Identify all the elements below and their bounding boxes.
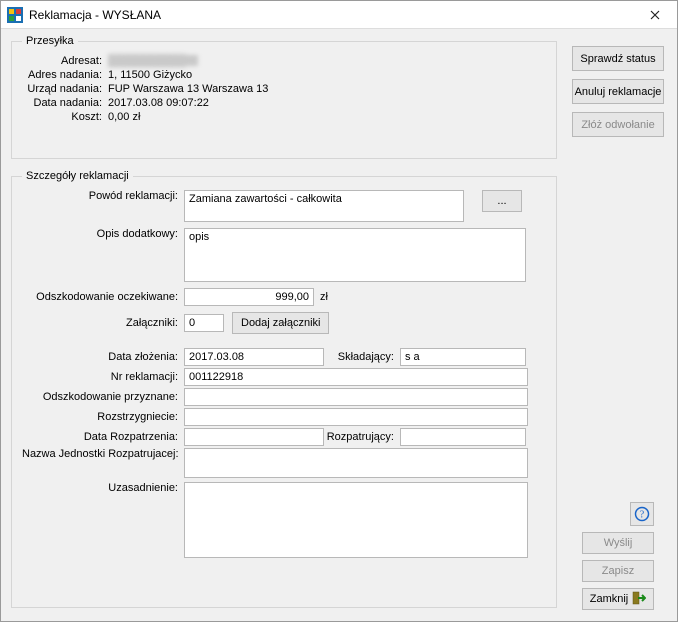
close-button[interactable] <box>633 1 677 29</box>
data-zlozenia-label: Data złożenia: <box>22 351 184 363</box>
rozstrzygniecie-input <box>184 408 528 426</box>
odszk-unit: zł <box>314 291 328 303</box>
app-icon <box>7 7 23 23</box>
adresat-label: Adresat: <box>22 55 108 67</box>
data-nadania-value: 2017.03.08 09:07:22 <box>108 97 209 109</box>
data-rozpatrzenia-label: Data Rozpatrzenia: <box>22 431 184 443</box>
svg-text:?: ? <box>640 510 645 521</box>
anuluj-reklamacje-button[interactable]: Anuluj reklamacje <box>572 79 664 104</box>
opis-input[interactable]: opis <box>184 228 526 282</box>
nr-reklamacji-input <box>184 368 528 386</box>
odszk-przyzn-input <box>184 388 528 406</box>
przesylka-box: Przesyłka Adresat: ██████████ Adres nada… <box>11 35 557 159</box>
data-rozpatrzenia-input <box>184 428 324 446</box>
sprawdz-status-button[interactable]: Sprawdź status <box>572 46 664 71</box>
uzasadnienie-label: Uzasadnienie: <box>22 482 184 494</box>
powod-more-button[interactable]: ... <box>482 190 522 212</box>
data-zlozenia-input <box>184 348 324 366</box>
rozstrzygniecie-label: Rozstrzygniecie: <box>22 411 184 423</box>
urzad-nadania-label: Urząd nadania: <box>22 83 108 95</box>
adresat-value: ██████████ <box>108 55 198 67</box>
skladajacy-label: Składający: <box>324 351 400 363</box>
dodaj-zalaczniki-button[interactable]: Dodaj załączniki <box>232 312 329 334</box>
zamknij-label: Zamknij <box>590 593 629 605</box>
rozpatrujacy-label: Rozpatrujący: <box>324 431 400 443</box>
wyslij-button: Wyślij <box>582 532 654 554</box>
koszt-value: 0,00 zł <box>108 111 140 123</box>
zamknij-button[interactable]: Zamknij <box>582 588 654 610</box>
urzad-nadania-value: FUP Warszawa 13 Warszawa 13 <box>108 83 268 95</box>
szczegoly-box: Szczegóły reklamacji Powód reklamacji: .… <box>11 170 557 608</box>
skladajacy-input <box>400 348 526 366</box>
adres-nadania-value: 1, 11500 Giżycko <box>108 69 192 81</box>
nr-reklamacji-label: Nr reklamacji: <box>22 371 184 383</box>
zalaczniki-label: Załączniki: <box>22 317 184 329</box>
zalaczniki-count <box>184 314 224 332</box>
window-title: Reklamacja - WYSŁANA <box>29 8 633 22</box>
exit-icon <box>632 591 646 608</box>
titlebar: Reklamacja - WYSŁANA <box>1 1 677 29</box>
reklamacja-window: Reklamacja - WYSŁANA Sprawdź status Anul… <box>0 0 678 622</box>
nazwa-jednostki-input <box>184 448 528 478</box>
client-area: Sprawdź status Anuluj reklamacje Złóż od… <box>1 29 677 621</box>
zloz-odwolanie-button: Złóż odwołanie <box>572 112 664 137</box>
odszk-oczek-input[interactable] <box>184 288 314 306</box>
rozpatrujacy-input <box>400 428 526 446</box>
zapisz-button: Zapisz <box>582 560 654 582</box>
data-nadania-label: Data nadania: <box>22 97 108 109</box>
szczegoly-legend: Szczegóły reklamacji <box>22 170 133 182</box>
adres-nadania-label: Adres nadania: <box>22 69 108 81</box>
nazwa-jednostki-label: Nazwa Jednostki Rozpatrujacej: <box>22 448 184 460</box>
odszk-przyzn-label: Odszkodowanie przyznane: <box>22 391 184 403</box>
powod-label: Powód reklamacji: <box>22 190 184 202</box>
powod-input[interactable] <box>184 190 464 222</box>
koszt-label: Koszt: <box>22 111 108 123</box>
odszk-oczek-label: Odszkodowanie oczekiwane: <box>22 291 184 303</box>
uzasadnienie-input <box>184 482 528 558</box>
przesylka-legend: Przesyłka <box>22 35 78 47</box>
opis-label: Opis dodatkowy: <box>22 228 184 240</box>
help-button[interactable]: ? <box>630 502 654 526</box>
